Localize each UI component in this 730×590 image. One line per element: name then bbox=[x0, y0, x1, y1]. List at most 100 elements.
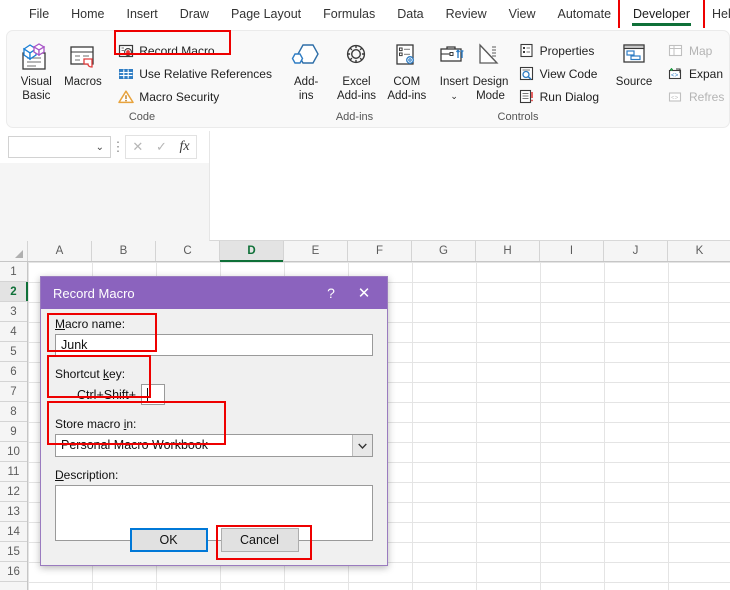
tab-data[interactable]: Data bbox=[386, 2, 434, 27]
column-header-C[interactable]: C bbox=[156, 241, 220, 261]
tab-view[interactable]: View bbox=[498, 2, 547, 27]
macro-security-warning-icon bbox=[117, 88, 134, 105]
row-header-4[interactable]: 4 bbox=[0, 322, 27, 342]
insert-control-label: Insert ⌄ bbox=[439, 76, 469, 101]
excel-addins-button[interactable]: Excel Add-ins bbox=[331, 36, 381, 103]
shortcut-key-label: Shortcut key: bbox=[55, 367, 126, 381]
cancel-button[interactable]: Cancel bbox=[220, 528, 299, 552]
store-macro-label: Store macro in: bbox=[55, 417, 137, 431]
cancel-formula-icon[interactable]: ✕ bbox=[132, 139, 143, 155]
row-header-6[interactable]: 6 bbox=[0, 362, 27, 382]
tab-insert[interactable]: Insert bbox=[116, 2, 169, 27]
row-header-7[interactable]: 7 bbox=[0, 382, 27, 402]
column-header-G[interactable]: G bbox=[412, 241, 476, 261]
macro-security-button[interactable]: Macro Security bbox=[112, 85, 277, 108]
enter-formula-icon[interactable]: ✓ bbox=[156, 139, 167, 155]
xml-small-buttons: Map <> Expan <> Refres bbox=[662, 36, 729, 108]
design-mode-label: Design Mode bbox=[472, 76, 509, 102]
row-header-10[interactable]: 10 bbox=[0, 442, 27, 462]
tab-page-layout[interactable]: Page Layout bbox=[220, 2, 312, 27]
tab-home[interactable]: Home bbox=[60, 2, 115, 27]
addins-label: Add- ins bbox=[294, 76, 319, 102]
macros-icon bbox=[66, 40, 100, 74]
visual-basic-icon bbox=[19, 40, 53, 74]
run-dialog-label: Run Dialog bbox=[539, 89, 599, 104]
visual-basic-button[interactable]: Visual Basic bbox=[13, 36, 60, 103]
store-macro-dropdown[interactable]: Personal Macro Workbook bbox=[55, 434, 373, 457]
column-header-D[interactable]: D bbox=[220, 241, 284, 262]
use-relative-references-icon bbox=[117, 65, 134, 82]
row-header-14[interactable]: 14 bbox=[0, 522, 27, 542]
shortcut-key-input[interactable] bbox=[141, 384, 166, 405]
row-header-12[interactable]: 12 bbox=[0, 482, 27, 502]
column-header-A[interactable]: A bbox=[28, 241, 92, 261]
column-header-H[interactable]: H bbox=[476, 241, 540, 261]
formula-bar-buttons: ✕ ✓ fx bbox=[125, 135, 197, 159]
use-relative-references-button[interactable]: Use Relative References bbox=[112, 62, 277, 85]
excel-addins-label: Excel Add-ins bbox=[336, 76, 376, 102]
row-header-5[interactable]: 5 bbox=[0, 342, 27, 362]
row-header-2[interactable]: 2 bbox=[0, 282, 28, 302]
excel-window: File Home Insert Draw Page Layout Formul… bbox=[0, 0, 730, 590]
column-header-I[interactable]: I bbox=[540, 241, 604, 261]
run-dialog-button[interactable]: Run Dialog bbox=[513, 85, 604, 108]
view-code-button[interactable]: View Code bbox=[513, 62, 604, 85]
column-header-B[interactable]: B bbox=[92, 241, 156, 261]
row-header-8[interactable]: 8 bbox=[0, 402, 27, 422]
dialog-close-icon[interactable]: ✕ bbox=[347, 284, 381, 302]
chevron-down-icon[interactable] bbox=[352, 435, 372, 456]
record-macro-label: Record Macro bbox=[139, 43, 215, 58]
formula-input[interactable] bbox=[209, 131, 730, 241]
properties-icon bbox=[518, 42, 535, 59]
chevron-down-icon[interactable]: ⌄ bbox=[96, 142, 104, 153]
record-macro-button[interactable]: Record Macro bbox=[112, 39, 277, 62]
tab-review[interactable]: Review bbox=[435, 2, 498, 27]
macro-name-input[interactable]: Junk bbox=[55, 334, 373, 356]
column-header-K[interactable]: K bbox=[668, 241, 730, 261]
dialog-title: Record Macro bbox=[53, 285, 135, 301]
tab-formulas[interactable]: Formulas bbox=[312, 2, 386, 27]
row-header-16[interactable]: 16 bbox=[0, 562, 27, 582]
insert-function-icon[interactable]: fx bbox=[180, 139, 190, 155]
ok-button[interactable]: OK bbox=[129, 528, 208, 552]
column-header-J[interactable]: J bbox=[604, 241, 668, 261]
row-header-3[interactable]: 3 bbox=[0, 302, 27, 322]
row-header-15[interactable]: 15 bbox=[0, 542, 27, 562]
view-code-magnifier-icon bbox=[518, 65, 535, 82]
dialog-body: Macro name: Junk Shortcut key: Ctrl+Shif… bbox=[41, 309, 387, 541]
row-header-11[interactable]: 11 bbox=[0, 462, 27, 482]
row-header-9[interactable]: 9 bbox=[0, 422, 27, 442]
addins-button[interactable]: Add- ins bbox=[281, 36, 331, 103]
name-box[interactable]: ⌄ bbox=[8, 136, 111, 158]
dialog-help-icon[interactable]: ? bbox=[315, 285, 347, 301]
tab-developer[interactable]: Developer bbox=[618, 0, 706, 31]
tab-automate[interactable]: Automate bbox=[547, 2, 623, 27]
com-addins-button[interactable]: COM Add-ins bbox=[382, 36, 432, 103]
source-button[interactable]: Source bbox=[608, 36, 660, 90]
macros-button[interactable]: Macros bbox=[60, 36, 107, 90]
select-all-corner[interactable] bbox=[0, 241, 28, 261]
tab-help[interactable]: Hel bbox=[701, 2, 730, 27]
formula-bar-handle[interactable]: ⋮ bbox=[111, 139, 125, 155]
tab-developer-label: Developer bbox=[633, 6, 691, 21]
macro-name-label: Macro name: bbox=[55, 317, 126, 331]
tab-file[interactable]: File bbox=[18, 2, 60, 27]
expand-button[interactable]: <> Expan bbox=[662, 62, 729, 85]
column-header-E[interactable]: E bbox=[284, 241, 348, 261]
code-small-buttons: Record Macro Use Relative References Mac… bbox=[112, 36, 277, 108]
formula-bar-filler bbox=[0, 163, 209, 241]
refresh-icon: <> bbox=[667, 88, 684, 105]
com-addins-label: COM Add-ins bbox=[387, 76, 427, 102]
shortcut-key-row: Ctrl+Shift+ bbox=[55, 384, 373, 405]
design-mode-icon bbox=[473, 40, 507, 74]
tab-draw[interactable]: Draw bbox=[169, 2, 220, 27]
record-macro-dialog: Record Macro ? ✕ Macro name: Junk Shortc… bbox=[40, 276, 388, 566]
column-header-F[interactable]: F bbox=[348, 241, 412, 261]
svg-text:<>: <> bbox=[671, 95, 679, 102]
insert-control-button[interactable]: Insert ⌄ bbox=[436, 36, 472, 103]
row-header-1[interactable]: 1 bbox=[0, 262, 27, 282]
properties-button[interactable]: Properties bbox=[513, 39, 604, 62]
row-header-13[interactable]: 13 bbox=[0, 502, 27, 522]
design-mode-button[interactable]: Design Mode bbox=[472, 36, 508, 103]
expand-icon: <> bbox=[667, 65, 684, 82]
